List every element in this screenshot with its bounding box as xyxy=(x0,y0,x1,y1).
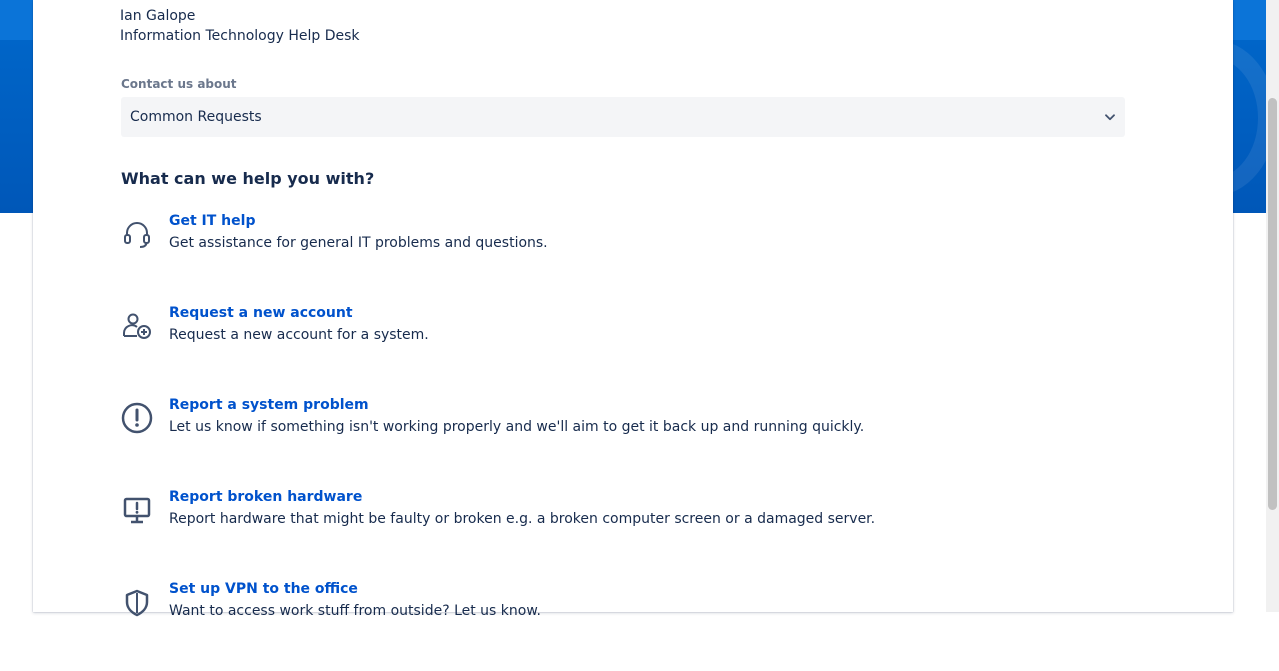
contact-select-value: Common Requests xyxy=(130,109,262,125)
request-type-get-it-help[interactable]: Get IT help Get assistance for general I… xyxy=(121,211,1121,303)
request-type-vpn[interactable]: Set up VPN to the office Want to access … xyxy=(121,579,1121,671)
request-type-new-account[interactable]: Request a new account Request a new acco… xyxy=(121,303,1121,395)
page-scrollbar[interactable] xyxy=(1266,0,1279,612)
request-type-title: Request a new account xyxy=(169,305,353,321)
help-heading: What can we help you with? xyxy=(121,169,375,188)
request-type-title: Get IT help xyxy=(169,213,256,229)
user-team: Information Technology Help Desk xyxy=(120,28,360,44)
exclamation-circle-icon xyxy=(121,402,153,434)
request-type-description: Report hardware that might be faulty or … xyxy=(169,511,876,527)
chevron-down-icon xyxy=(1104,111,1116,123)
request-type-description: Want to access work stuff from outside? … xyxy=(169,603,541,619)
request-type-description: Let us know if something isn't working p… xyxy=(169,419,865,435)
request-type-description: Get assistance for general IT problems a… xyxy=(169,235,548,251)
request-type-broken-hardware[interactable]: Report broken hardware Report hardware t… xyxy=(121,487,1121,579)
request-type-description: Request a new account for a system. xyxy=(169,327,429,343)
user-info: Ian Galope Information Technology Help D… xyxy=(120,6,360,46)
contact-select[interactable]: Common Requests xyxy=(121,97,1125,137)
request-type-title: Report a system problem xyxy=(169,397,369,413)
user-name: Ian Galope xyxy=(120,8,196,24)
monitor-alert-icon xyxy=(121,494,153,526)
shield-icon xyxy=(121,586,153,618)
headset-icon xyxy=(121,218,153,250)
request-type-title: Report broken hardware xyxy=(169,489,363,505)
request-type-system-problem[interactable]: Report a system problem Let us know if s… xyxy=(121,395,1121,487)
request-type-list: Get IT help Get assistance for general I… xyxy=(121,211,1121,671)
scrollbar-thumb[interactable] xyxy=(1268,98,1277,510)
request-type-title: Set up VPN to the office xyxy=(169,581,358,597)
add-user-icon xyxy=(121,310,153,342)
contact-label: Contact us about xyxy=(121,77,237,91)
